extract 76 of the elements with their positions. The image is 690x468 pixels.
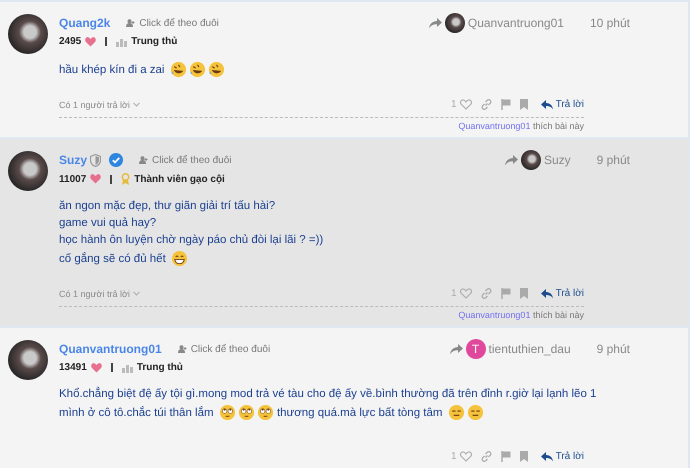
post-text-line: Khổ.chẳng biệt đệ ấy tội gì.mong mod trả vé tàu cho đệ ấy về.bình thường đã trên đỉnh r.giờ lại lạnh lẽo 1 <box>59 386 598 402</box>
eye-roll-emoji-icon <box>238 404 255 421</box>
expressionless-emoji-icon <box>448 404 465 421</box>
reply-to-username[interactable]: Suzy <box>544 153 571 167</box>
share-arrow-icon <box>504 154 518 166</box>
author-name[interactable]: Suzy <box>59 153 88 167</box>
liked-by-text: Quanvantruong01 thích bài này <box>457 310 584 320</box>
like-icon[interactable] <box>460 99 472 110</box>
podium-icon <box>116 36 128 46</box>
reply-button[interactable]: Trả lời <box>540 99 584 110</box>
chevron-down-icon <box>132 102 140 107</box>
share-arrow-icon <box>428 18 442 28</box>
heart-icon <box>90 362 102 372</box>
user-icon <box>139 156 148 164</box>
reply-button[interactable]: Trả lời <box>540 451 584 462</box>
user-avatar <box>8 151 48 191</box>
liked-by-link[interactable]: Quanvantruong01 <box>458 121 530 131</box>
share-arrow-icon <box>450 344 463 354</box>
liked-by-text: Quanvantruong01 thích bài này <box>457 121 584 131</box>
like-icon[interactable] <box>460 288 472 299</box>
follow-button[interactable]: Click để theo đuôi <box>178 344 270 354</box>
post-time: 10 phút <box>590 16 630 30</box>
badge-label: Trung thủ <box>131 36 178 47</box>
post-time: 9 phút <box>596 153 630 167</box>
reply-to-avatar <box>444 13 465 33</box>
like-count: 1 <box>451 451 457 462</box>
user-avatar <box>8 14 48 54</box>
user-icon <box>126 19 136 27</box>
link-icon[interactable] <box>480 99 492 110</box>
reply-to-avatar: T <box>466 339 486 359</box>
reply-to-avatar <box>520 150 541 170</box>
eye-roll-emoji-icon <box>218 404 236 421</box>
follow-button[interactable]: Click để theo đuôi <box>126 18 219 28</box>
replies-toggle[interactable]: Có 1 người trả lời <box>59 288 140 298</box>
like-total: 2495 <box>59 36 82 47</box>
user-icon <box>178 345 187 353</box>
reply-arrow-icon <box>540 288 553 298</box>
follow-button[interactable]: Click để theo đuôi <box>139 154 232 166</box>
bookmark-icon[interactable] <box>520 99 528 110</box>
grinning-emoji-icon <box>170 250 188 267</box>
bookmark-icon[interactable] <box>520 288 528 299</box>
like-count: 1 <box>451 288 457 299</box>
reply-to-username[interactable]: tientuthien_dau <box>488 342 571 356</box>
post-text-line: cố gắng sẽ có đủ hết <box>59 248 189 268</box>
badge-label: Thành viên gạo cội <box>134 174 225 184</box>
flag-icon[interactable] <box>500 288 511 299</box>
laughing-emoji-icon <box>170 61 187 78</box>
post-text-line: ăn ngon mặc đẹp, thư giãn giải trí tấu hài? <box>59 199 276 214</box>
author-name[interactable]: Quanvantruong01 <box>59 342 162 356</box>
post-text-line: game vui quả hay? <box>59 216 158 231</box>
replies-toggle[interactable]: Có 1 người trả lời <box>59 100 140 110</box>
heart-icon <box>85 36 96 46</box>
eye-roll-emoji-icon <box>256 404 274 421</box>
reply-to-username[interactable]: Quanvantruong01 <box>468 16 564 30</box>
chevron-down-icon <box>132 291 140 296</box>
heart-icon <box>90 174 102 184</box>
expressionless-emoji-icon <box>466 404 484 421</box>
user-avatar <box>8 340 48 380</box>
post-text-line: hầu khép kín đi a zai <box>59 59 226 79</box>
laughing-emoji-icon <box>188 61 206 78</box>
laughing-emoji-icon <box>208 61 225 78</box>
reply-button[interactable]: Trả lời <box>540 288 584 299</box>
podium-icon <box>122 362 133 372</box>
like-total: 11007 <box>59 174 86 184</box>
like-count: 1 <box>451 99 457 110</box>
author-name[interactable]: Quang2k <box>59 16 110 30</box>
flag-icon[interactable] <box>500 99 511 110</box>
post-text-line: mình ở cô tô.chắc túi thân lắm thương quá.mà lực bất tòng tâm <box>59 402 485 422</box>
liked-by-link[interactable]: Quanvantruong01 <box>458 310 530 320</box>
reply-arrow-icon <box>540 100 553 110</box>
like-total: 13491 <box>59 362 87 373</box>
post-time: 9 phút <box>596 342 630 356</box>
link-icon[interactable] <box>480 288 492 299</box>
medal-icon <box>121 173 130 185</box>
post-text-line: học hành ôn luyện chờ ngày páo chủ đòi lại lãi ? =)) <box>59 233 324 248</box>
badge-label: Trung thủ <box>136 362 183 373</box>
